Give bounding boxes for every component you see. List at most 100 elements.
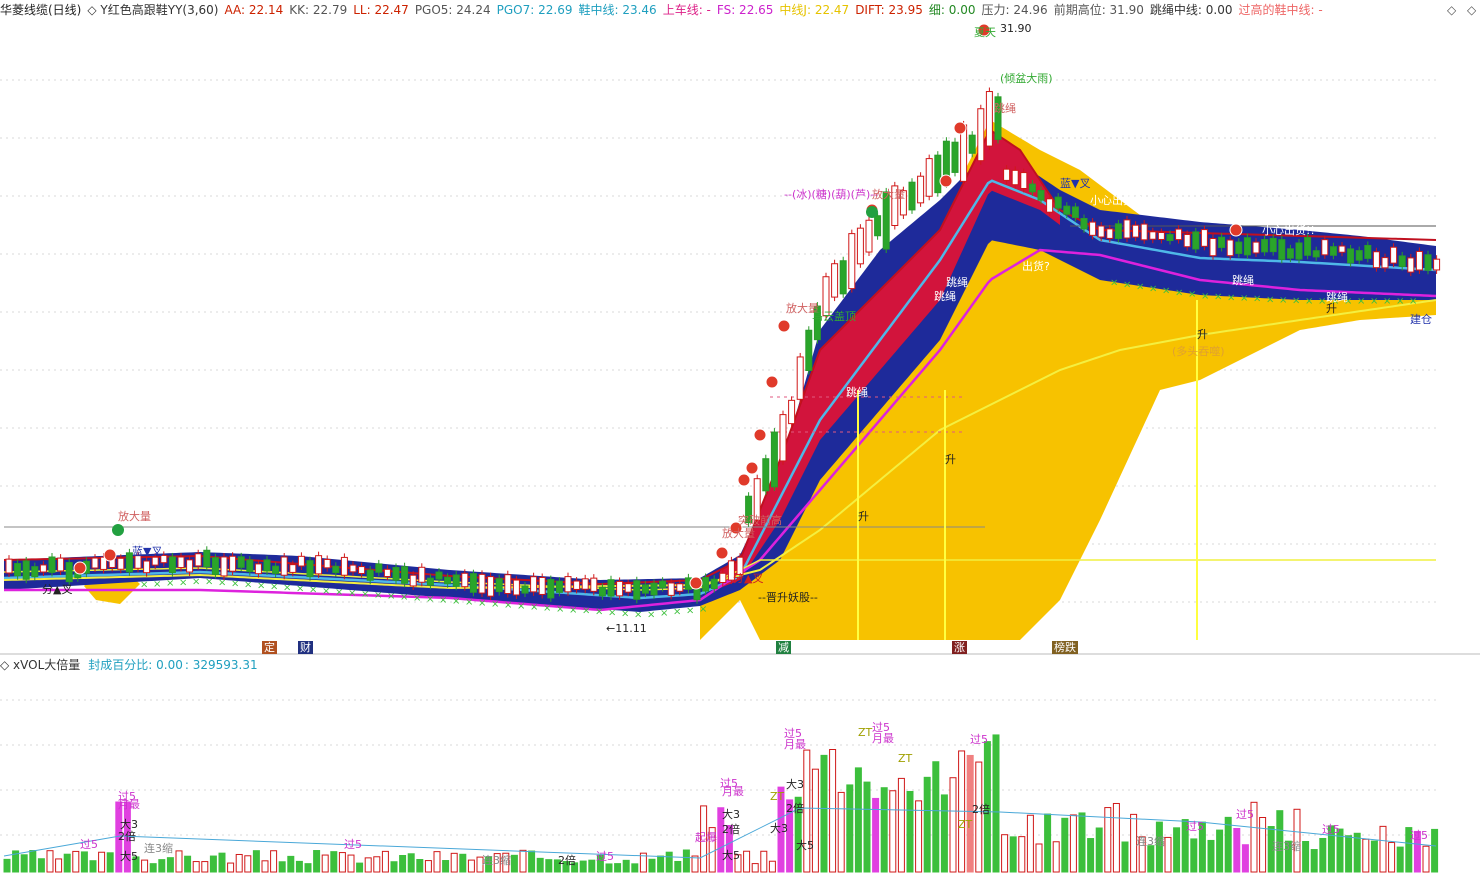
volume-bar [665,851,673,873]
volume-indicator-name[interactable]: ◇ xVOL大倍量 [0,658,80,672]
candle [977,108,985,162]
volume-annotation: 大3 [770,821,788,835]
volume-bar [1259,816,1267,873]
volume-bar [674,860,682,873]
candle [1192,231,1200,250]
x-marker: × [387,591,395,602]
x-marker: × [231,578,239,589]
candle [538,576,546,595]
candle [1028,183,1036,193]
volume-bar [20,854,28,873]
volume-bar [743,850,751,873]
volume-annotation: 月最 [784,738,806,751]
price-annotation: 升 [1326,302,1337,315]
volume-bar [528,850,536,873]
volume-bar [235,853,243,873]
candle [220,556,228,577]
volume-bar [932,761,940,873]
x-marker: × [1396,296,1404,307]
volume-bar [1009,836,1017,873]
candle [315,555,323,575]
candle [1381,257,1389,269]
price-annotation: 出货? [1022,259,1050,273]
volume-annotation: 大5 [722,848,740,862]
candle [1175,228,1183,241]
x-marker: × [608,608,616,619]
signal-ball-green [112,524,124,536]
event-tag[interactable]: 榜跌 [1052,641,1078,654]
x-marker: × [660,608,668,619]
signal-ball-green [866,206,878,218]
volume-bar [1310,849,1318,873]
candle [512,579,520,596]
candle [332,565,340,574]
volume-bar [63,853,71,873]
candle [22,560,30,580]
x-marker: × [530,602,538,613]
candle [1415,250,1423,271]
volume-bar [1370,840,1378,873]
event-tag[interactable]: 财 [298,641,313,654]
x-marker: × [1357,296,1365,307]
volume-bar [270,850,278,873]
x-marker: × [595,607,603,618]
volume-bar [3,858,11,873]
volume-annotation: 过5 [1410,829,1428,842]
volume-value: : 329593.31 [184,658,258,672]
volume-annotation: 大5 [120,849,138,863]
volume-annotation: 过5 [1322,823,1340,836]
candle [1157,232,1165,240]
x-marker: × [465,597,473,608]
volume-bar [536,857,544,873]
volume-annotation: 月最 [872,732,894,745]
candle [1407,257,1415,273]
candle [48,556,56,573]
candle [289,564,297,573]
volume-bar [889,790,897,873]
price-annotation: 放大量 [722,526,755,540]
event-tag[interactable]: 定 [262,641,277,654]
price-annotation: 升 [1197,328,1208,341]
candle [375,563,383,573]
candle [461,572,469,588]
x-marker: × [504,600,512,611]
volume-annotation: 月最 [722,785,744,798]
volume-bar [940,794,948,873]
x-marker: × [179,577,187,588]
event-tag[interactable]: 减 [776,641,791,654]
candle [710,578,718,590]
volume-annotation: 过5 [80,838,98,851]
candle [908,181,916,211]
volume-bar [218,852,226,873]
x-marker: × [1383,296,1391,307]
volume-bar [450,852,458,873]
candle [650,582,658,596]
volume-bar [510,854,518,873]
signal-ball [73,561,87,575]
volume-bar [252,850,260,873]
candle [917,175,925,204]
volume-annotation: ZT [898,752,913,765]
event-tag[interactable]: 涨 [952,641,967,654]
volume-bar [1362,838,1370,873]
volume-bar [72,850,80,873]
candle [272,565,280,574]
volume-bar [467,859,475,873]
candle [856,227,864,265]
volume-bar [811,768,819,873]
candle [573,580,581,590]
x-marker: × [634,610,642,621]
price-annotation: 小心出货!! [1262,223,1315,237]
volume-bar [837,791,845,873]
volume-bar [1302,840,1310,873]
volume-bar [545,859,553,873]
signal-ball [765,375,779,389]
volume-bar [579,860,587,873]
price-annotation: 分▲叉 [42,583,72,596]
candle [1243,237,1251,256]
price-annotation: --晋升妖股-- [758,590,818,604]
volume-bar [1095,827,1103,873]
candle [874,215,882,237]
candle [1200,229,1208,247]
x-marker: × [1409,296,1417,307]
